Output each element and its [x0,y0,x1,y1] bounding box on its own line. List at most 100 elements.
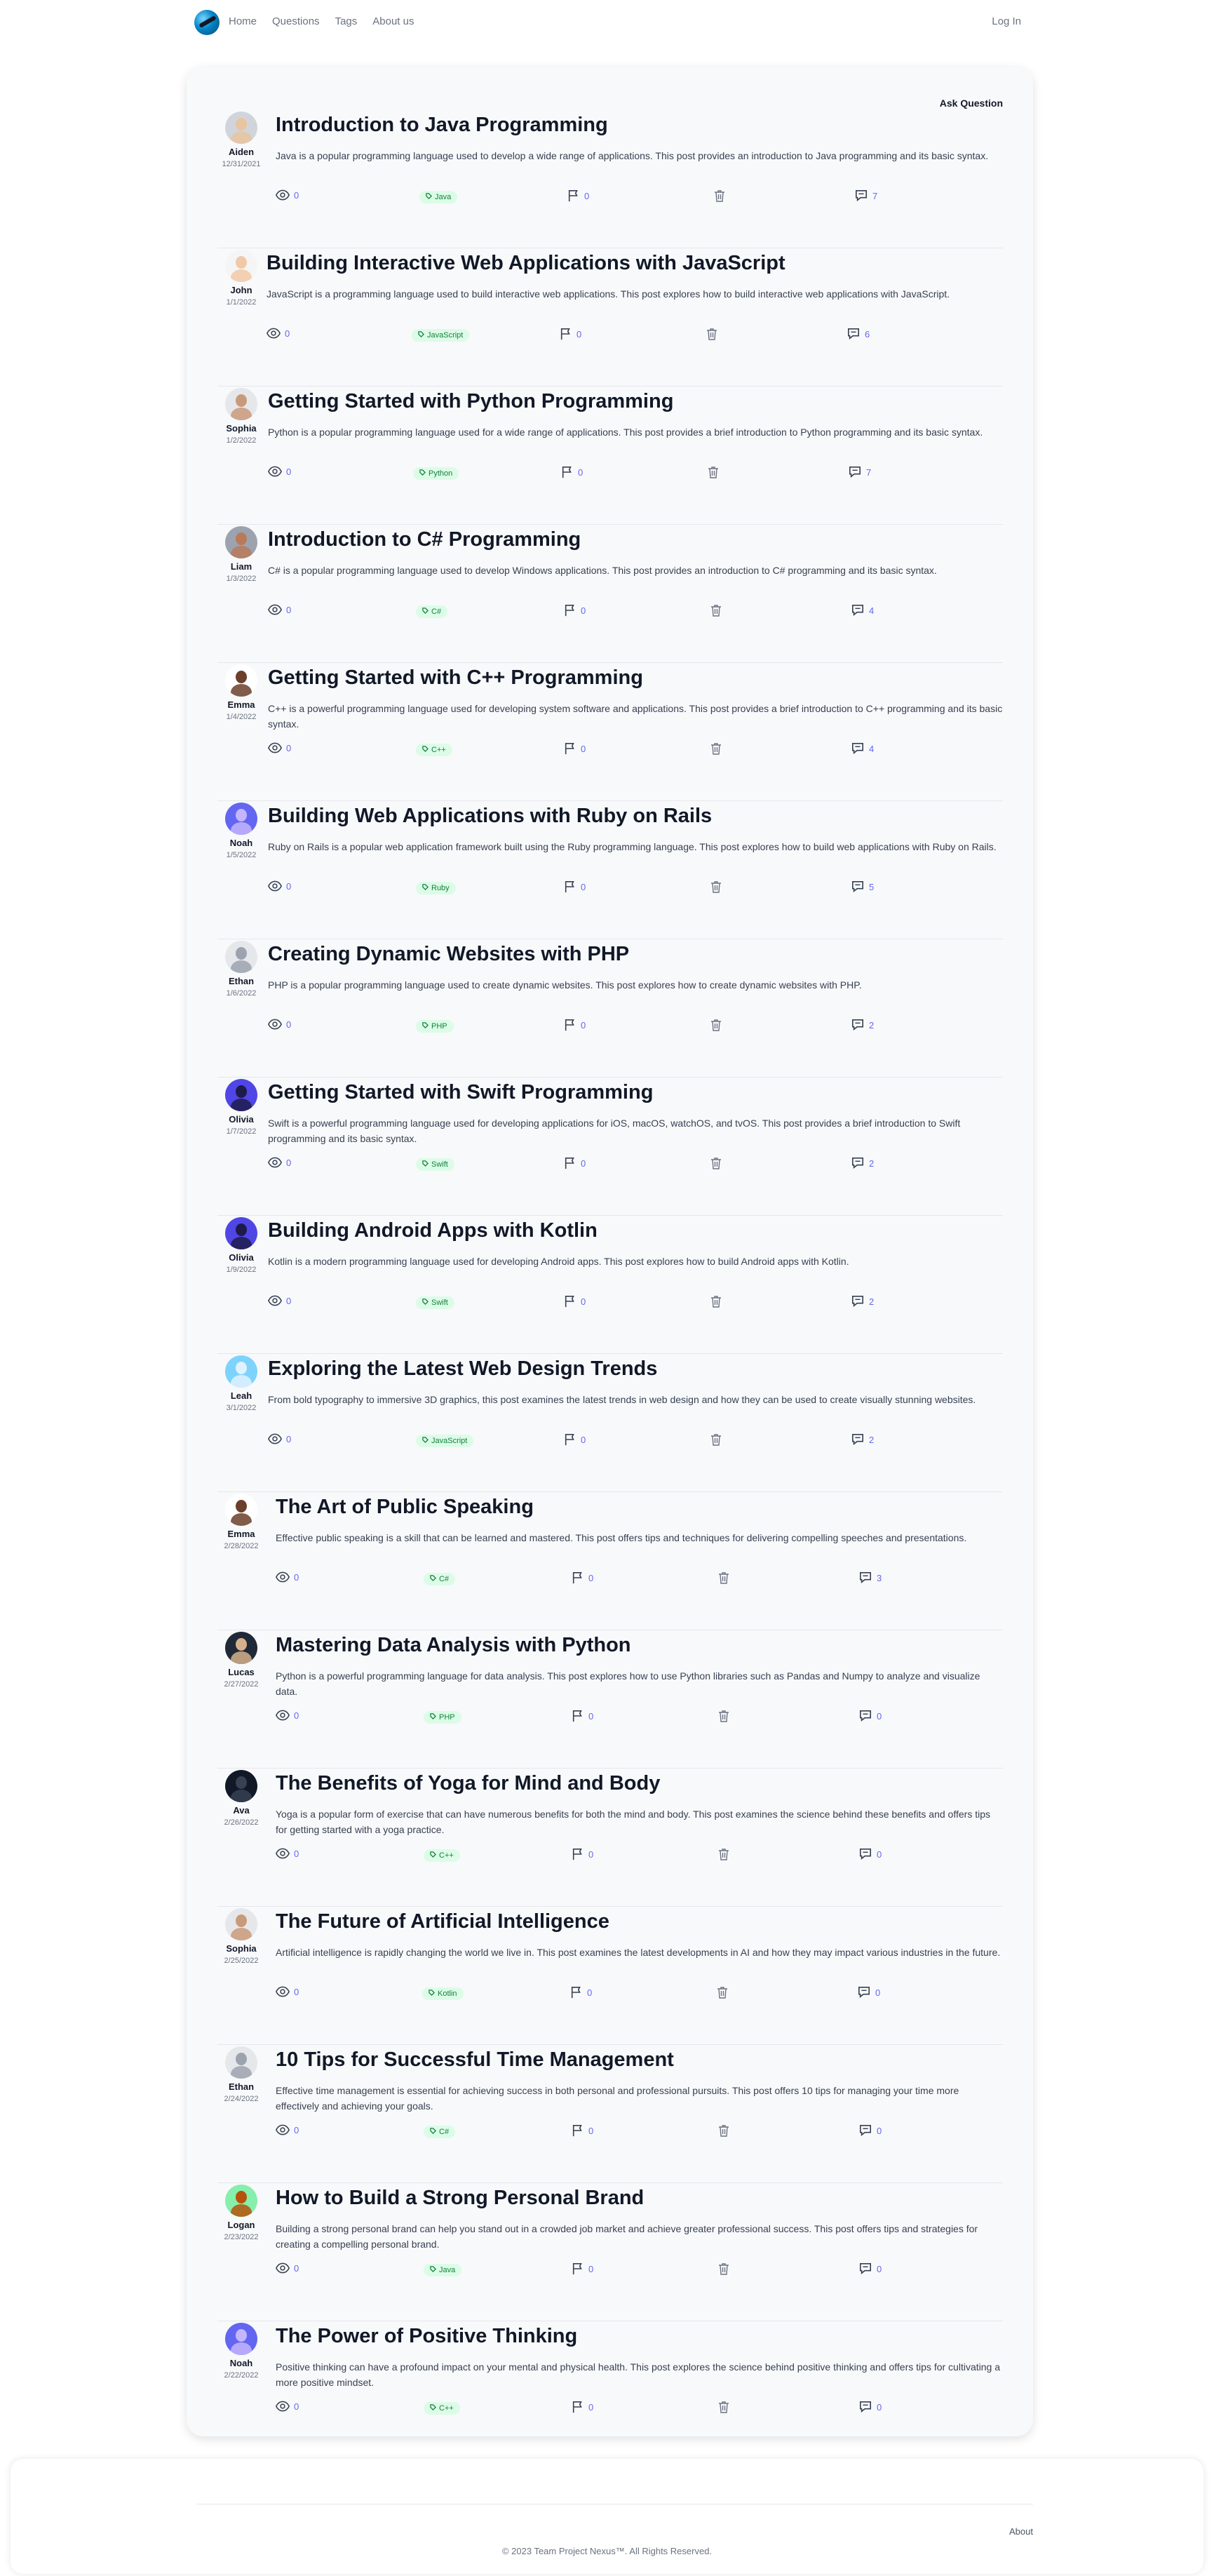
post-item[interactable]: Noah 2/22/2022 The Power of Positive Think… [217,2321,1003,2460]
flag-button[interactable]: 0 [572,1710,593,1722]
post-item[interactable]: Ava 2/26/2022 The Benefits of Yoga for Min… [217,1769,1003,1907]
post-item[interactable]: Emma 1/4/2022 Getting Started with C++ Pro… [217,663,1003,801]
logo-icon[interactable] [194,10,220,35]
views-counter[interactable]: 0 [276,1710,299,1721]
avatar[interactable] [225,1494,257,1526]
views-counter[interactable]: 0 [268,1295,291,1306]
post-tag[interactable]: PHP [416,1020,454,1033]
post-author[interactable]: Lucas 2/27/2022 [217,1632,265,1689]
views-counter[interactable]: 0 [268,466,291,477]
avatar[interactable] [225,1217,257,1249]
avatar[interactable] [225,1355,257,1388]
views-counter[interactable]: 0 [276,189,299,201]
post-item[interactable]: Ethan 1/6/2022 Creating Dynamic Websites w… [217,939,1003,1078]
ask-question-button[interactable]: Ask Question [940,98,1003,109]
post-tag[interactable]: PHP [424,1711,461,1724]
post-item[interactable]: Logan 2/23/2022 How to Build a Strong Pers… [217,2183,1003,2321]
post-item[interactable]: Noah 1/5/2022 Building Web Applications wi… [217,801,1003,939]
post-item[interactable]: Olivia 1/7/2022 Getting Started with Swift… [217,1078,1003,1216]
post-title[interactable]: Getting Started with C++ Programming [268,666,1003,690]
post-item[interactable]: Aiden 12/31/2021 Introduction to Java Prog… [217,110,1003,248]
comments-button[interactable]: 0 [858,2262,882,2275]
post-title[interactable]: Building Interactive Web Applications wi… [267,252,1003,275]
avatar[interactable] [225,803,257,835]
post-tag[interactable]: Swift [416,1158,454,1171]
post-title[interactable]: The Power of Positive Thinking [276,2325,1003,2348]
post-item[interactable]: Leah 3/1/2022 Exploring the Latest Web Des… [217,1354,1003,1492]
post-title[interactable]: Mastering Data Analysis with Python [276,1634,1003,1657]
nav-link-home[interactable]: Home [229,15,257,27]
flag-button[interactable]: 0 [570,1986,592,1999]
delete-button[interactable] [710,1157,722,1169]
post-author[interactable]: Ethan 2/24/2022 [217,2046,265,2103]
flag-button[interactable]: 0 [561,466,583,478]
views-counter[interactable]: 0 [268,1157,291,1168]
delete-button[interactable] [710,604,722,617]
post-tag[interactable]: C# [416,605,448,618]
comments-button[interactable]: 0 [858,1710,882,1722]
post-title[interactable]: Creating Dynamic Websites with PHP [268,943,1003,966]
footer-about-link[interactable]: About [1009,2526,1033,2537]
flag-button[interactable]: 0 [572,2124,593,2137]
post-item[interactable]: John 1/1/2022 Building Interactive Web App… [217,248,1003,387]
post-tag[interactable]: C# [424,2126,456,2138]
views-counter[interactable]: 0 [267,328,290,339]
delete-button[interactable] [710,1295,722,1308]
post-author[interactable]: Noah 2/22/2022 [217,2323,265,2380]
post-title[interactable]: Introduction to C# Programming [268,528,1003,551]
comments-button[interactable]: 4 [851,604,874,617]
post-tag[interactable]: Kotlin [422,1987,464,2000]
post-author[interactable]: Liam 1/3/2022 [217,526,265,583]
post-item[interactable]: Lucas 2/27/2022 Mastering Data Analysis wi… [217,1630,1003,1769]
comments-button[interactable]: 0 [858,2401,882,2413]
flag-button[interactable]: 0 [567,189,589,202]
comments-button[interactable]: 0 [858,1848,882,1860]
views-counter[interactable]: 0 [268,742,291,753]
delete-button[interactable] [718,2124,729,2137]
post-title[interactable]: How to Build a Strong Personal Brand [276,2187,1003,2210]
views-counter[interactable]: 0 [268,880,291,892]
post-title[interactable]: 10 Tips for Successful Time Management [276,2048,1003,2072]
post-tag[interactable]: Java [419,191,458,203]
avatar[interactable] [225,1908,257,1940]
avatar[interactable] [225,1770,257,1802]
post-item[interactable]: Sophia 2/25/2022 The Future of Artificial … [217,1907,1003,2045]
avatar[interactable] [225,1079,257,1111]
delete-button[interactable] [718,1571,729,1584]
post-author[interactable]: Emma 2/28/2022 [217,1494,265,1550]
comments-button[interactable]: 6 [847,328,870,340]
nav-link-tags[interactable]: Tags [335,15,358,27]
delete-button[interactable] [714,189,725,202]
flag-button[interactable]: 0 [564,880,586,893]
post-title[interactable]: The Art of Public Speaking [276,1496,1003,1519]
delete-button[interactable] [717,1986,728,1999]
delete-button[interactable] [710,1019,722,1031]
post-tag[interactable]: JavaScript [416,1435,474,1447]
views-counter[interactable]: 0 [276,1571,299,1583]
views-counter[interactable]: 0 [268,604,291,615]
post-author[interactable]: Olivia 1/9/2022 [217,1217,265,1274]
post-item[interactable]: Emma 2/28/2022 The Art of Public Speaking E… [217,1492,1003,1630]
avatar[interactable] [225,664,257,697]
post-author[interactable]: Leah 3/1/2022 [217,1355,265,1412]
flag-button[interactable]: 0 [560,328,581,340]
comments-button[interactable]: 0 [858,2124,882,2137]
avatar[interactable] [225,250,257,282]
post-title[interactable]: The Future of Artificial Intelligence [276,1910,1003,1933]
flag-button[interactable]: 0 [572,2262,593,2275]
post-title[interactable]: Building Web Applications with Ruby on R… [268,805,1003,828]
delete-button[interactable] [710,742,722,755]
views-counter[interactable]: 0 [276,1848,299,1859]
flag-button[interactable]: 0 [564,604,586,617]
post-item[interactable]: Liam 1/3/2022 Introduction to C# Programmi… [217,525,1003,663]
post-author[interactable]: Emma 1/4/2022 [217,664,265,721]
post-title[interactable]: Building Android Apps with Kotlin [268,1219,1003,1242]
avatar[interactable] [225,2046,257,2079]
post-title[interactable]: Getting Started with Swift Programming [268,1081,1003,1104]
avatar[interactable] [225,526,257,558]
views-counter[interactable]: 0 [268,1019,291,1030]
views-counter[interactable]: 0 [276,1986,299,1997]
flag-button[interactable]: 0 [564,1295,586,1308]
post-author[interactable]: Ethan 1/6/2022 [217,941,265,998]
delete-button[interactable] [710,880,722,893]
